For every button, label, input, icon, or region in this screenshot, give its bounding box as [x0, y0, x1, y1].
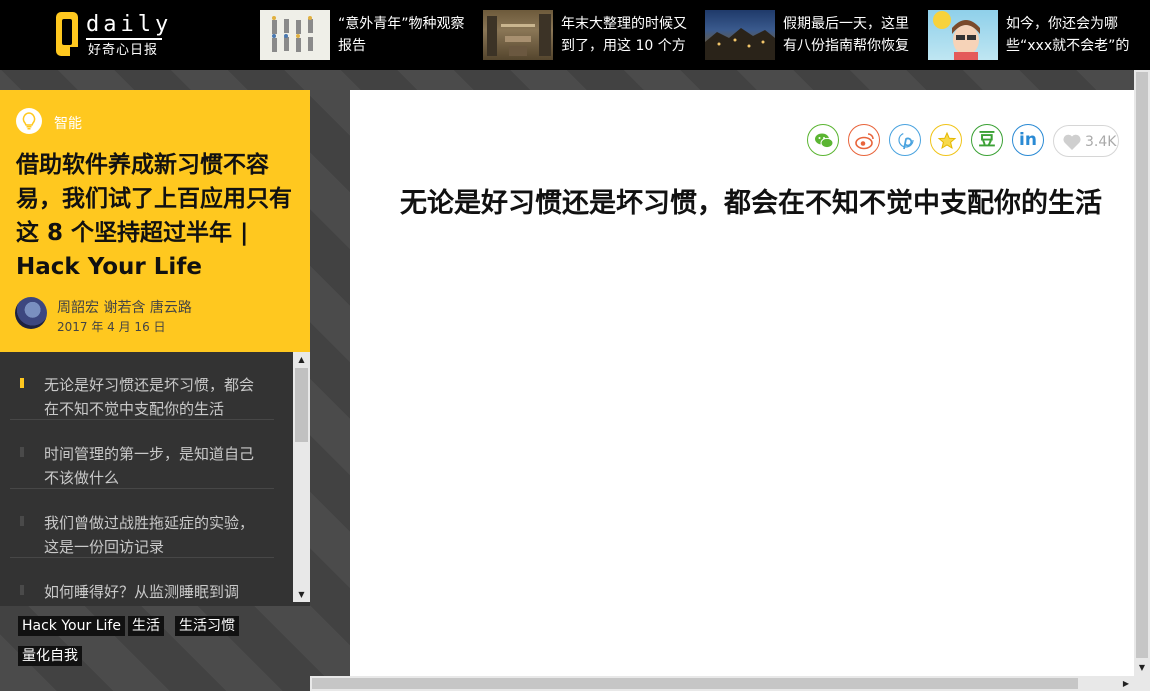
lightbulb-icon — [16, 108, 42, 134]
toc-marker — [20, 516, 24, 526]
toc-item-text: 如何睡得好？从监测睡眠到调 — [44, 583, 240, 601]
toc-marker — [20, 447, 24, 457]
weibo-icon — [855, 133, 874, 150]
scroll-down-arrow-icon[interactable]: ▼ — [1134, 660, 1150, 675]
logo-q-mark — [56, 12, 78, 56]
news-thumbnail — [483, 10, 553, 60]
section-heading: 无论是好习惯还是坏习惯，都会在不知不觉中支配你的生活 — [400, 188, 1102, 219]
toc-item[interactable]: 无论是好习惯还是坏习惯，都会在不知不觉中支配你的生活 — [10, 352, 274, 420]
tag[interactable]: 量化自我 — [18, 646, 82, 666]
like-button[interactable]: 3.4K — [1053, 125, 1119, 157]
pinterest-icon — [898, 132, 914, 150]
article-header-panel: 智能 借助软件养成新习惯不容易，我们试了上百应用只有这 8 个坚持超过半年 | … — [0, 90, 310, 352]
news-title: “意外青年”物种观察报告 — [338, 16, 465, 54]
author-avatar[interactable] — [15, 297, 47, 329]
scroll-up-arrow-icon[interactable]: ▲ — [293, 352, 310, 367]
scrollbar-corner — [1134, 676, 1150, 691]
page-horizontal-scrollbar[interactable]: ▶ — [310, 676, 1134, 691]
news-title: 年末大整理的时候又到了，用这 10 个方 — [561, 16, 687, 54]
article-content: 豆 in 3.4K 无论是好习惯还是坏习惯，都会在不知不觉中支配你的生活 — [350, 90, 1134, 676]
linkedin-icon: in — [1019, 130, 1037, 150]
author-names[interactable]: 周韶宏 谢若含 唐云路 — [57, 297, 192, 317]
toc-marker — [20, 585, 24, 595]
toc-item[interactable]: 我们曾做过战胜拖延症的实验，这是一份回访记录 — [10, 490, 274, 558]
news-title: 假期最后一天，这里有八份指南帮你恢复 — [783, 16, 909, 54]
tag[interactable]: Hack Your Life — [18, 616, 125, 636]
news-thumbnail — [705, 10, 775, 60]
logo-subtitle: 好奇心日报 — [88, 43, 159, 58]
wechat-icon — [815, 133, 834, 149]
scroll-right-arrow-icon[interactable]: ▶ — [1118, 676, 1134, 691]
news-title: 如今，你还会为哪些“xxx就不会老”的真 — [1006, 16, 1130, 54]
category-label[interactable]: 智能 — [54, 113, 82, 133]
toc-scroll-thumb[interactable] — [295, 368, 308, 442]
logo-word: daily — [86, 12, 173, 37]
article-title: 借助软件养成新习惯不容易，我们试了上百应用只有这 8 个坚持超过半年 | Hac… — [16, 152, 292, 280]
wechat-share-button[interactable] — [807, 124, 839, 156]
qdaily-logo[interactable]: daily 好奇心日报 — [56, 12, 176, 58]
tag[interactable]: 生活习惯 — [175, 616, 239, 636]
publish-date: 2017 年 4 月 16 日 — [57, 320, 166, 334]
weibo-share-button[interactable] — [848, 124, 880, 156]
top-navbar: daily 好奇心日报 “意外青年”物种观察报告 年末大整理的时候又到了，用这 … — [0, 0, 1150, 70]
scroll-down-arrow-icon[interactable]: ▼ — [293, 587, 310, 602]
toc-active-marker — [20, 378, 24, 388]
toc-item-text: 时间管理的第一步，是知道自己不该做什么 — [44, 445, 255, 487]
star-icon — [937, 131, 957, 150]
pinterest-share-button[interactable] — [889, 124, 921, 156]
toc-item-text: 无论是好习惯还是坏习惯，都会在不知不觉中支配你的生活 — [44, 376, 255, 418]
linkedin-share-button[interactable]: in — [1012, 124, 1044, 156]
table-of-contents: 无论是好习惯还是坏习惯，都会在不知不觉中支配你的生活 时间管理的第一步，是知道自… — [0, 352, 310, 606]
page-vertical-scroll-thumb[interactable] — [1136, 72, 1148, 658]
toc-item[interactable]: 如何睡得好？从监测睡眠到调 — [10, 559, 274, 606]
heart-icon — [1063, 134, 1081, 150]
toc-item-text: 我们曾做过战胜拖延症的实验，这是一份回访记录 — [44, 514, 255, 556]
news-thumbnail — [260, 10, 330, 60]
page-horizontal-scroll-thumb[interactable] — [312, 678, 1078, 689]
toc-scrollbar[interactable]: ▲ ▼ — [293, 352, 310, 602]
tag[interactable]: 生活 — [128, 616, 164, 636]
favorite-share-button[interactable] — [930, 124, 962, 156]
like-count: 3.4K — [1085, 134, 1117, 150]
douban-icon: 豆 — [978, 130, 996, 150]
toc-item[interactable]: 时间管理的第一步，是知道自己不该做什么 — [10, 421, 274, 489]
news-thumbnail — [928, 10, 998, 60]
douban-share-button[interactable]: 豆 — [971, 124, 1003, 156]
page-vertical-scrollbar[interactable]: ▼ — [1134, 70, 1150, 676]
